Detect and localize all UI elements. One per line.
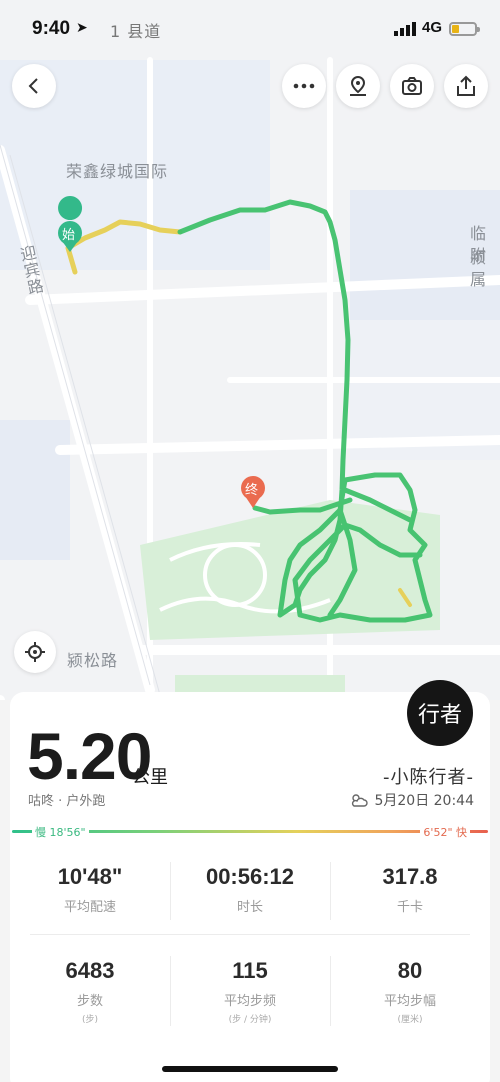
- camera-icon: [402, 77, 422, 95]
- map-label-road-b: 颍松路: [67, 651, 119, 670]
- back-icon: [28, 78, 38, 94]
- camera-button[interactable]: [390, 64, 434, 108]
- divider: [330, 956, 331, 1026]
- partly-cloudy-icon: [352, 794, 369, 807]
- pace-fast-label: 6'52" 快: [420, 824, 470, 840]
- divider: [170, 862, 171, 920]
- stat-duration: 00:56:12 时长: [170, 864, 330, 915]
- pace-scale: 慢 18'56" 6'52" 快: [10, 824, 490, 840]
- start-marker-label: 始: [62, 228, 76, 243]
- pace-slow-label: 慢 18'56": [32, 824, 89, 840]
- stat-value: 6483: [65, 958, 115, 983]
- stat-steps: 6483 步数 (步): [10, 958, 170, 1025]
- stat-unit: (步 / 分钟): [228, 1015, 272, 1025]
- divider: [170, 956, 171, 1026]
- stat-label: 平均步频: [223, 994, 276, 1009]
- crosshair-icon: [25, 642, 45, 662]
- location-arrow-icon: ➤: [76, 20, 88, 36]
- stat-label: 时长: [236, 900, 263, 915]
- stat-value: 317.8: [382, 864, 438, 889]
- back-button[interactable]: [12, 64, 56, 108]
- share-button[interactable]: [444, 64, 488, 108]
- activity-datetime: 5月20日 20:44: [349, 790, 474, 810]
- map-label-edge-b: 附属: [470, 246, 488, 289]
- more-button[interactable]: [282, 64, 326, 108]
- map-canvas: [0, 57, 500, 700]
- stat-unit: (步): [81, 1015, 99, 1025]
- status-bar: 9:40 ➤ 4G: [0, 0, 500, 58]
- stat-avg-pace: 10'48" 平均配速: [10, 864, 170, 915]
- network-type: 4G: [422, 19, 443, 36]
- battery-icon: [449, 22, 480, 36]
- stat-value: 80: [397, 958, 423, 983]
- divider: [330, 862, 331, 920]
- home-indicator[interactable]: [162, 1066, 338, 1072]
- end-marker-label: 终: [245, 483, 259, 498]
- share-icon: [457, 75, 475, 96]
- pin-icon: [350, 75, 366, 96]
- stat-value: 00:56:12: [205, 864, 295, 889]
- activity-type: 咕咚 · 户外跑: [28, 794, 106, 809]
- stat-value: 115: [232, 958, 268, 983]
- stat-cadence: 115 平均步频 (步 / 分钟): [170, 958, 330, 1025]
- stat-label: 步数: [76, 994, 103, 1009]
- stat-stride: 80 平均步幅 (厘米): [330, 958, 490, 1025]
- signal-icon: [394, 22, 416, 36]
- divider: [30, 934, 470, 935]
- datetime-text: 5月20日 20:44: [374, 793, 474, 809]
- stat-label: 千卡: [396, 900, 423, 915]
- more-icon: [293, 83, 315, 89]
- user-name: -小陈行者-: [383, 767, 474, 788]
- locate-button[interactable]: [14, 631, 56, 673]
- pin-button[interactable]: [336, 64, 380, 108]
- stat-label: 平均配速: [63, 900, 116, 915]
- map-label-area: 荣鑫绿城国际: [66, 162, 169, 181]
- distance-unit: 公里: [132, 767, 168, 788]
- stat-unit: (厘米): [397, 1015, 423, 1025]
- route-map[interactable]: 始 终 荣鑫绿城国际 迎宾路 颍松路 1 县道 临颍 附属: [0, 0, 500, 700]
- stat-calories: 317.8 千卡: [330, 864, 490, 915]
- brand-logo: 行者: [407, 680, 473, 746]
- stat-label: 平均步幅: [383, 994, 436, 1009]
- status-time: 9:40: [32, 18, 71, 39]
- stat-value: 10'48": [57, 864, 123, 889]
